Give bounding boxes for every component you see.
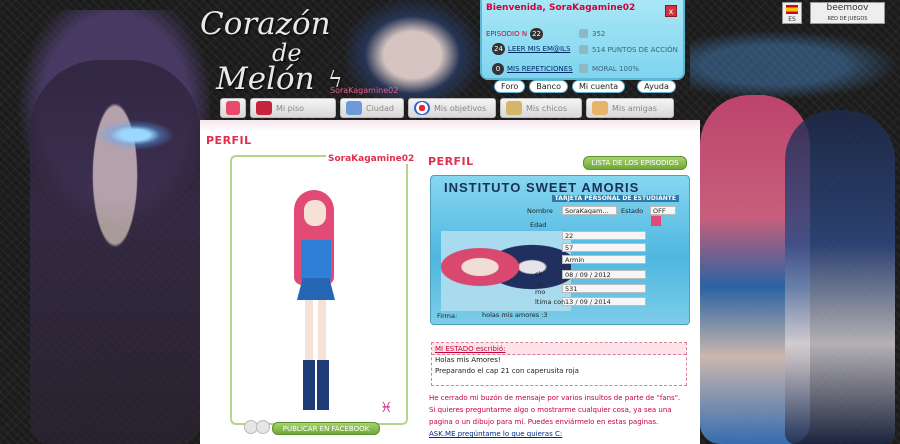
- status-line: Holas mis Amores!: [435, 356, 501, 364]
- nav-my-goals[interactable]: Mis objetivos: [408, 98, 496, 118]
- bio-line: Si quieres preguntarme algo o mostrarme …: [429, 406, 672, 414]
- logo-line-3: Melón: [216, 61, 315, 97]
- close-button[interactable]: x: [665, 5, 677, 17]
- content-header-strip: [200, 120, 700, 132]
- nav-label: Mis amigas: [612, 103, 657, 113]
- repetitions-row: 0 MIS REPETICIONES: [492, 63, 573, 75]
- status-header: MI ESTADO escribió:: [432, 343, 686, 355]
- profile-section-title: PERFIL: [428, 155, 474, 168]
- profile-bio: He cerrado mi buzón de mensaje por vario…: [429, 392, 699, 440]
- logo-username-label: SoraKagamine02: [330, 86, 399, 95]
- status-line: Preparando el cap 21 con caperusita roja: [435, 367, 579, 375]
- site-logo[interactable]: Corazón de Melón ϟ: [200, 6, 370, 97]
- status-box: MI ESTADO escribió: Holas mis Amores! Pr…: [431, 342, 687, 386]
- episode-list-button[interactable]: LISTA DE LOS EPISODIOS: [583, 156, 687, 170]
- spain-flag-icon: [786, 5, 798, 14]
- nav-label: Mi piso: [276, 103, 305, 113]
- money-stat: 352: [579, 29, 605, 38]
- moral-icon: [579, 64, 588, 73]
- card-left-label: ltima con: [535, 298, 566, 306]
- city-icon: [346, 101, 362, 115]
- card-state-value: OFF: [650, 206, 676, 215]
- action-points-stat: 514 PUNTOS DE ACCIÓN: [579, 45, 678, 54]
- card-signature-label: Firma:: [437, 312, 458, 320]
- card-field-row: 13 / 09 / 2014: [562, 297, 646, 306]
- character-art-left: [30, 60, 200, 444]
- action-points-icon: [579, 45, 588, 54]
- card-field-row: 08 / 09 / 2012: [562, 270, 646, 279]
- episode-row: EPISODIO N 22: [486, 28, 544, 40]
- action-points-value: 514 PUNTOS DE ACCIÓN: [592, 45, 678, 54]
- card-state-label: Estado: [621, 207, 644, 215]
- help-button[interactable]: Ayuda: [637, 80, 676, 93]
- avatar-username: SoraKagamine02: [326, 154, 417, 164]
- nav-my-boys[interactable]: Mis chicos: [500, 98, 582, 118]
- card-field-row: 57: [562, 243, 646, 252]
- nav-home[interactable]: [220, 98, 246, 118]
- partner-name: beemoov: [826, 3, 869, 13]
- user-panel: Bienvenida, SoraKagamine02 x EPISODIO N …: [480, 0, 685, 80]
- bio-line: pagina o un dibujo para mí. Puedes enviá…: [429, 418, 659, 426]
- home-icon: [226, 101, 240, 115]
- publish-facebook-button[interactable]: PUBLICAR EN FACEBOOK: [272, 422, 380, 435]
- nav-my-friends[interactable]: Mis amigas: [586, 98, 674, 118]
- card-name-value: SoraKagam...: [562, 206, 617, 215]
- card-subtitle: TARJETA PERSONAL DE ESTUDIANTE: [551, 195, 679, 202]
- language-code: ES: [788, 16, 796, 23]
- mail-count-badge: 24: [492, 43, 505, 55]
- boy-avatar-icon: [506, 101, 522, 115]
- episode-number: 22: [530, 28, 544, 40]
- glow-effect-top-right: [690, 30, 900, 100]
- page-title: PERFIL: [206, 134, 252, 147]
- episode-label: EPISODIO N: [486, 30, 528, 38]
- card-age-value: 22: [562, 231, 646, 240]
- main-nav: Mi piso Ciudad Mis objetivos Mis chicos …: [220, 98, 692, 120]
- ask-me-link[interactable]: ASK.ME pregúntame lo que quieras C:: [429, 428, 699, 440]
- read-mail-link[interactable]: LEER MIS EM@ILS: [508, 45, 570, 53]
- money-icon: [579, 29, 588, 38]
- forum-button[interactable]: Foro: [494, 80, 526, 93]
- logo-line-1: Corazón: [200, 6, 331, 42]
- card-signature-value: holas mis amores :3: [482, 311, 548, 319]
- card-field-row: 531: [562, 284, 646, 293]
- repetitions-link[interactable]: MIS REPETICIONES: [507, 65, 573, 73]
- avatar-character: [288, 190, 348, 415]
- student-card: INSTITUTO SWEET AMORIS TARJETA PERSONAL …: [430, 175, 690, 325]
- bio-line: He cerrado mi buzón de mensaje por vario…: [429, 394, 681, 402]
- blue-flame-effect: [95, 120, 175, 150]
- card-left-label: mo: [535, 288, 546, 296]
- nav-label: Mis chicos: [526, 103, 567, 113]
- money-value: 352: [592, 29, 606, 38]
- moral-stat: MORAL 100%: [579, 64, 639, 73]
- language-selector[interactable]: ES: [782, 2, 802, 24]
- card-name-label: Nombre: [527, 207, 553, 215]
- user-panel-buttons: Foro Banco Mi cuenta Ayuda: [494, 80, 676, 93]
- mail-row: 24 LEER MIS EM@ILS: [492, 43, 570, 55]
- girl-avatar-icon: [592, 101, 608, 115]
- camera-icon[interactable]: [256, 420, 270, 434]
- card-left-label: ch: [535, 270, 543, 278]
- partner-tagline: RED DE JUEGOS: [827, 16, 868, 22]
- my-account-button[interactable]: Mi cuenta: [571, 80, 626, 93]
- moral-value: MORAL 100%: [592, 64, 640, 73]
- card-age-label: Edad: [530, 221, 547, 229]
- repetitions-count-badge: 0: [492, 63, 504, 75]
- sofa-icon: [256, 101, 272, 115]
- welcome-text: Bienvenida, SoraKagamine02: [486, 3, 636, 13]
- card-field-row: Armin: [562, 255, 646, 264]
- nav-my-apartment[interactable]: Mi piso: [250, 98, 336, 118]
- nav-label: Ciudad: [366, 103, 394, 113]
- nav-label: Mis objetivos: [434, 103, 487, 113]
- pisces-icon: ♓: [380, 400, 393, 416]
- target-icon: [414, 101, 430, 115]
- nav-city[interactable]: Ciudad: [340, 98, 404, 118]
- partner-logo[interactable]: beemoov RED DE JUEGOS: [810, 2, 885, 24]
- gender-icon: [651, 216, 661, 226]
- character-art-right-dark: [785, 110, 895, 444]
- bank-button[interactable]: Banco: [529, 80, 568, 93]
- card-title: INSTITUTO SWEET AMORIS: [444, 180, 640, 195]
